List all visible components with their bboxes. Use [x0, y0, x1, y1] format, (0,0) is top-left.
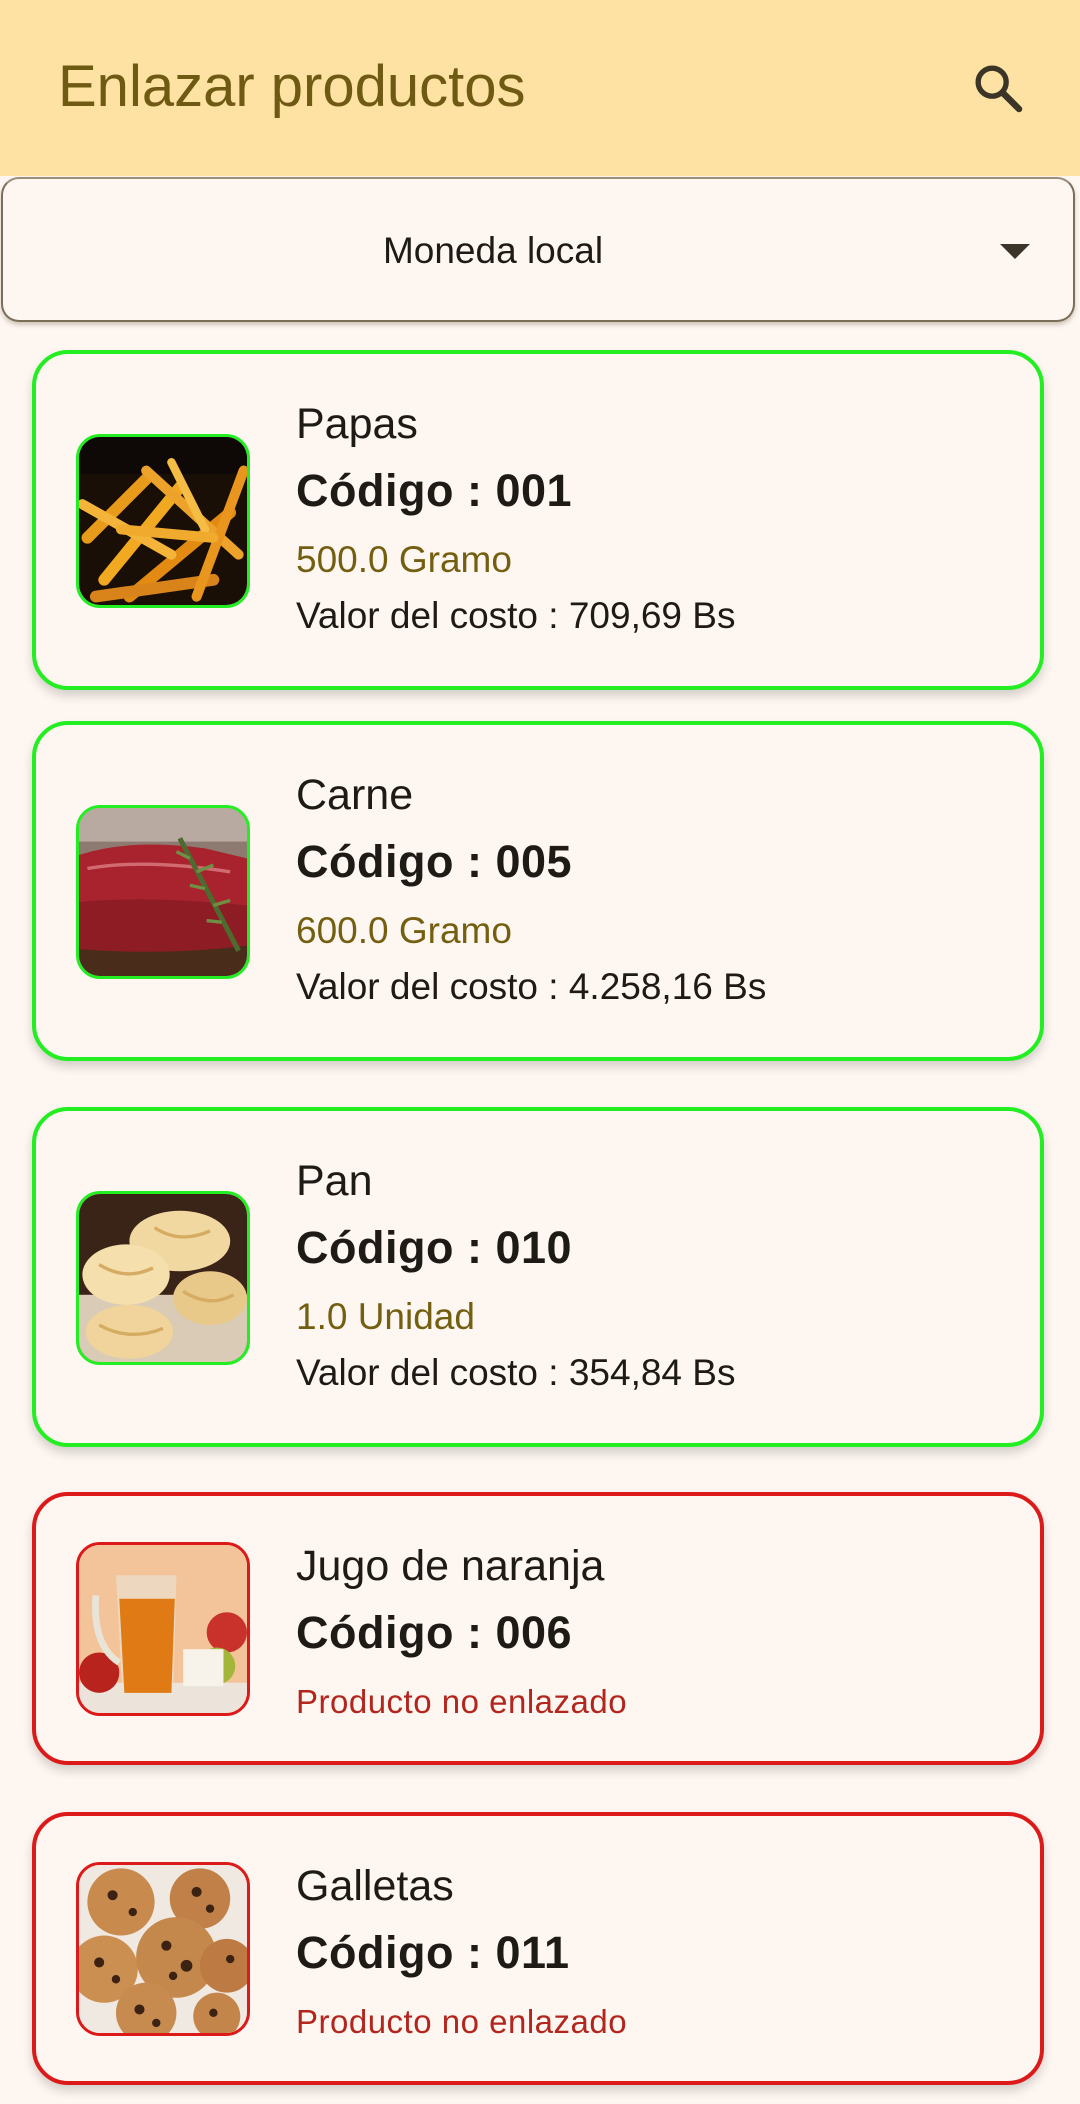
product-card-carne[interactable]: Carne Código : 005 600.0 Gramo Valor del…	[32, 721, 1044, 1061]
page-title: Enlazar productos	[58, 54, 526, 119]
search-icon	[975, 65, 1023, 113]
product-card-pan[interactable]: Pan Código : 010 1.0 Unidad Valor del co…	[32, 1107, 1044, 1447]
product-name: Pan	[296, 1157, 373, 1205]
product-card-jugo-de-naranja[interactable]: Jugo de naranja Código : 006 Producto no…	[32, 1492, 1044, 1765]
product-code: Código : 005	[296, 836, 573, 887]
product-quantity: 1.0 Unidad	[296, 1296, 475, 1337]
product-cost: Valor del costo : 4.258,16 Bs	[296, 966, 767, 1007]
product-name: Galletas	[296, 1862, 454, 1910]
product-link-status: Producto no enlazado	[296, 1683, 628, 1720]
product-quantity: 600.0 Gramo	[296, 910, 512, 951]
product-name: Carne	[296, 771, 414, 819]
product-cost: Valor del costo : 709,69 Bs	[296, 595, 736, 636]
product-card-galletas[interactable]: Galletas Código : 011 Producto no enlaza…	[32, 1812, 1044, 2085]
product-cost: Valor del costo : 354,84 Bs	[296, 1352, 736, 1393]
product-image-cookies	[76, 1862, 250, 2036]
product-quantity: 500.0 Gramo	[296, 539, 512, 580]
product-image-bread	[76, 1191, 250, 1365]
search-button[interactable]	[966, 56, 1030, 120]
product-link-status: Producto no enlazado	[296, 2003, 628, 2040]
product-code: Código : 006	[296, 1607, 573, 1658]
product-name: Jugo de naranja	[296, 1542, 605, 1590]
product-card-papas[interactable]: Papas Código : 001 500.0 Gramo Valor del…	[32, 350, 1044, 690]
product-image-orange-juice	[76, 1542, 250, 1716]
product-image-meat	[76, 805, 250, 979]
product-name: Papas	[296, 400, 418, 448]
product-image-fries	[76, 434, 250, 608]
currency-selected-value: Moneda local	[382, 230, 604, 271]
currency-dropdown[interactable]: Moneda local	[1, 177, 1075, 322]
product-code: Código : 010	[296, 1222, 573, 1273]
arrow-drop-down-icon	[1000, 244, 1030, 259]
top-app-bar: Enlazar productos	[0, 0, 1080, 176]
product-code: Código : 001	[296, 465, 573, 516]
product-code: Código : 011	[296, 1927, 570, 1978]
